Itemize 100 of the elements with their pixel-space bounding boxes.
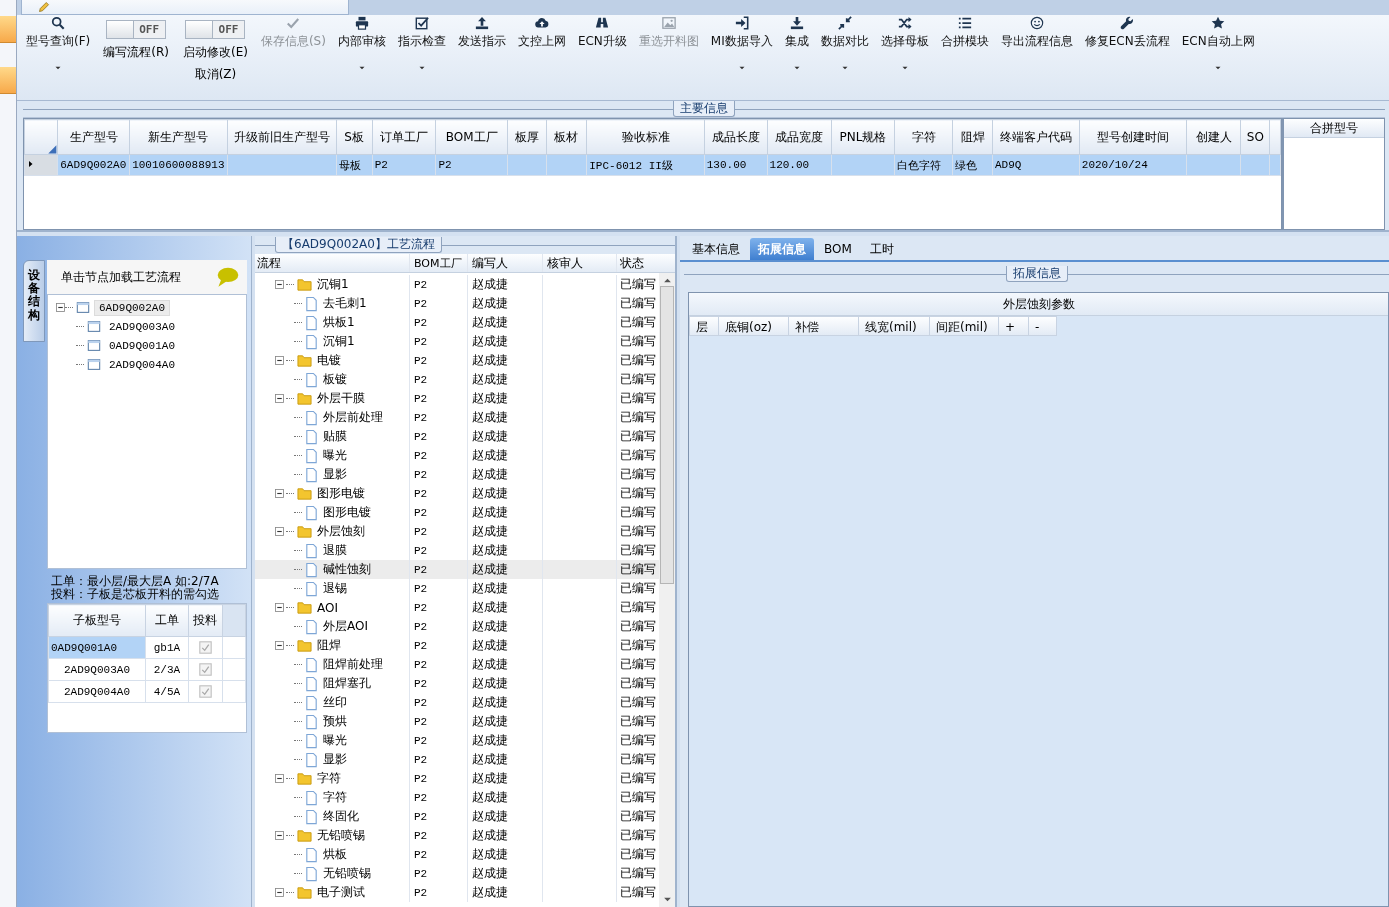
column-header[interactable]: 新生产型号 [129,119,228,155]
column-header[interactable]: 投料 [188,604,223,637]
column-header[interactable]: 板材 [546,119,587,155]
tree-row[interactable]: 退锡 P2 赵成捷 已编写 [255,579,659,598]
tree-row[interactable]: 无铅喷锡 P2 赵成捷 已编写 [255,826,659,845]
column-header[interactable]: 状态 [617,254,659,272]
toolbar-button[interactable]: 数据对比 [815,15,874,75]
tree-row[interactable]: 外层前处理 P2 赵成捷 已编写 [255,408,659,427]
checkbox[interactable] [198,685,212,698]
scroll-thumb[interactable] [660,286,674,584]
column-header[interactable]: 线宽(mil) [859,316,930,336]
tab[interactable]: 基本信息 [684,238,748,260]
tree-row[interactable]: 图形电镀 P2 赵成捷 已编写 [255,484,659,503]
collapse-icon[interactable] [275,774,284,783]
tree-item[interactable]: 2AD9Q004A0 [105,357,179,372]
checkbox[interactable] [198,641,212,654]
collapse-icon[interactable] [275,527,284,536]
toolbar-button[interactable]: 型号查询(F) [21,15,96,75]
tree-row[interactable]: 字符 P2 赵成捷 已编写 [255,769,659,788]
column-header[interactable]: BOM工厂 [410,254,468,272]
column-header[interactable]: BOM工厂 [435,119,508,155]
tree-row[interactable]: 外层蚀刻 P2 赵成捷 已编写 [255,522,659,541]
tree-row[interactable]: 丝印 P2 赵成捷 已编写 [255,693,659,712]
tree-row[interactable]: 外层AOI P2 赵成捷 已编写 [255,617,659,636]
button-label[interactable]: 取消(Z) [194,66,237,83]
scrollbar[interactable] [659,273,675,907]
column-header[interactable]: S板 [336,119,373,155]
toggle-switch[interactable]: OFF [106,20,167,39]
column-header[interactable]: - [1029,316,1057,336]
tree-row[interactable]: 显影 P2 赵成捷 已编写 [255,465,659,484]
column-header[interactable]: 板厚 [507,119,547,155]
collapse-icon[interactable] [275,280,284,289]
toolbar-button[interactable]: 指示检查 [392,15,451,75]
column-header[interactable]: 底铜(oz) [719,316,789,336]
column-header[interactable]: 阻焊 [952,119,993,155]
tree-row[interactable]: 去毛刺1 P2 赵成捷 已编写 [255,294,659,313]
column-header[interactable]: 编写人 [468,254,543,272]
column-header[interactable]: 字符 [894,119,953,155]
tree-row[interactable]: 外层干膜 P2 赵成捷 已编写 [255,389,659,408]
tree-row[interactable]: 预烘 P2 赵成捷 已编写 [255,712,659,731]
toolbar-button[interactable]: 导出流程信息 [995,15,1078,65]
toolbar-button[interactable]: 选择母板 [875,15,934,75]
tree-row[interactable]: 沉铜1 P2 赵成捷 已编写 [255,332,659,351]
tree-row[interactable]: 曝光 P2 赵成捷 已编写 [255,731,659,750]
tree-item[interactable]: 2AD9Q003A0 [105,319,179,334]
toolbar-button[interactable]: 发送指示 [452,15,511,65]
tree-row[interactable]: 电子测试 P2 赵成捷 已编写 [255,883,659,902]
toggle-switch[interactable]: OFF [185,20,246,39]
column-header[interactable]: 型号创建时间 [1079,119,1187,155]
column-header[interactable]: 终端客户代码 [992,119,1080,155]
column-header[interactable]: SO [1240,119,1270,155]
tree-row[interactable]: 显影 P2 赵成捷 已编写 [255,750,659,769]
collapse-icon[interactable] [275,641,284,650]
tree-row[interactable]: 板镀 P2 赵成捷 已编写 [255,370,659,389]
collapse-icon[interactable] [275,888,284,897]
toolbar-button[interactable]: ECN升级 [572,15,632,65]
tree-row[interactable]: 无铅喷锡 P2 赵成捷 已编写 [255,864,659,883]
tab[interactable]: BOM [816,238,860,260]
column-header[interactable]: PNL规格 [831,119,895,155]
collapse-icon[interactable] [275,831,284,840]
toolbar-button[interactable]: 文控上网 [512,15,571,65]
column-header[interactable]: 成品宽度 [767,119,832,155]
tree-row[interactable]: 电镀 P2 赵成捷 已编写 [255,351,659,370]
column-header[interactable]: 子板型号 [48,604,146,637]
tree-item[interactable]: 0AD9Q001A0 [105,338,179,353]
toolbar-button[interactable]: 集成 [779,15,814,75]
tree-row[interactable]: AOI P2 赵成捷 已编写 [255,598,659,617]
toolbar-button[interactable]: 修复ECN丢流程 [1079,15,1175,65]
collapse-icon[interactable] [56,303,65,312]
column-header[interactable]: 层 [689,316,719,336]
tree-row[interactable]: 字符 P2 赵成捷 已编写 [255,788,659,807]
toolbar-button[interactable]: MI数据导入 [705,15,778,75]
column-header[interactable]: 工单 [145,604,189,637]
tree-row[interactable]: 终固化 P2 赵成捷 已编写 [255,807,659,826]
column-header[interactable]: 订单工厂 [372,119,436,155]
column-header[interactable]: 验收标准 [586,119,705,155]
toolbar-button[interactable]: 内部审核 [332,15,391,75]
column-header[interactable]: 流程 [255,254,410,272]
tree-row[interactable]: 图形电镀 P2 赵成捷 已编写 [255,503,659,522]
column-header[interactable]: 补偿 [789,316,859,336]
column-header[interactable]: + [999,316,1029,336]
column-header[interactable]: 间距(mil) [930,316,999,336]
collapse-icon[interactable] [275,394,284,403]
tree-item[interactable]: 6AD9Q002A0 [94,299,170,316]
checkbox[interactable] [198,663,212,676]
tree-row[interactable]: 曝光 P2 赵成捷 已编写 [255,446,659,465]
tab[interactable]: 工时 [861,238,902,260]
column-header[interactable]: 升级前旧生产型号 [227,119,336,155]
toolbar-button[interactable]: 合拼模块 [935,15,994,65]
column-header[interactable]: 生产型号 [57,119,130,155]
tree-row[interactable]: 碱性蚀刻 P2 赵成捷 已编写 [255,560,659,579]
collapse-icon[interactable] [275,356,284,365]
vertical-tab[interactable]: 设备结构 [23,260,45,342]
collapse-icon[interactable] [275,489,284,498]
tree-row[interactable]: 阻焊 P2 赵成捷 已编写 [255,636,659,655]
tree-row[interactable]: 阻焊塞孔 P2 赵成捷 已编写 [255,674,659,693]
collapse-icon[interactable] [275,603,284,612]
tree-row[interactable]: 贴膜 P2 赵成捷 已编写 [255,427,659,446]
tree-row[interactable]: 烘板 P2 赵成捷 已编写 [255,845,659,864]
tree-row[interactable]: 烘板1 P2 赵成捷 已编写 [255,313,659,332]
